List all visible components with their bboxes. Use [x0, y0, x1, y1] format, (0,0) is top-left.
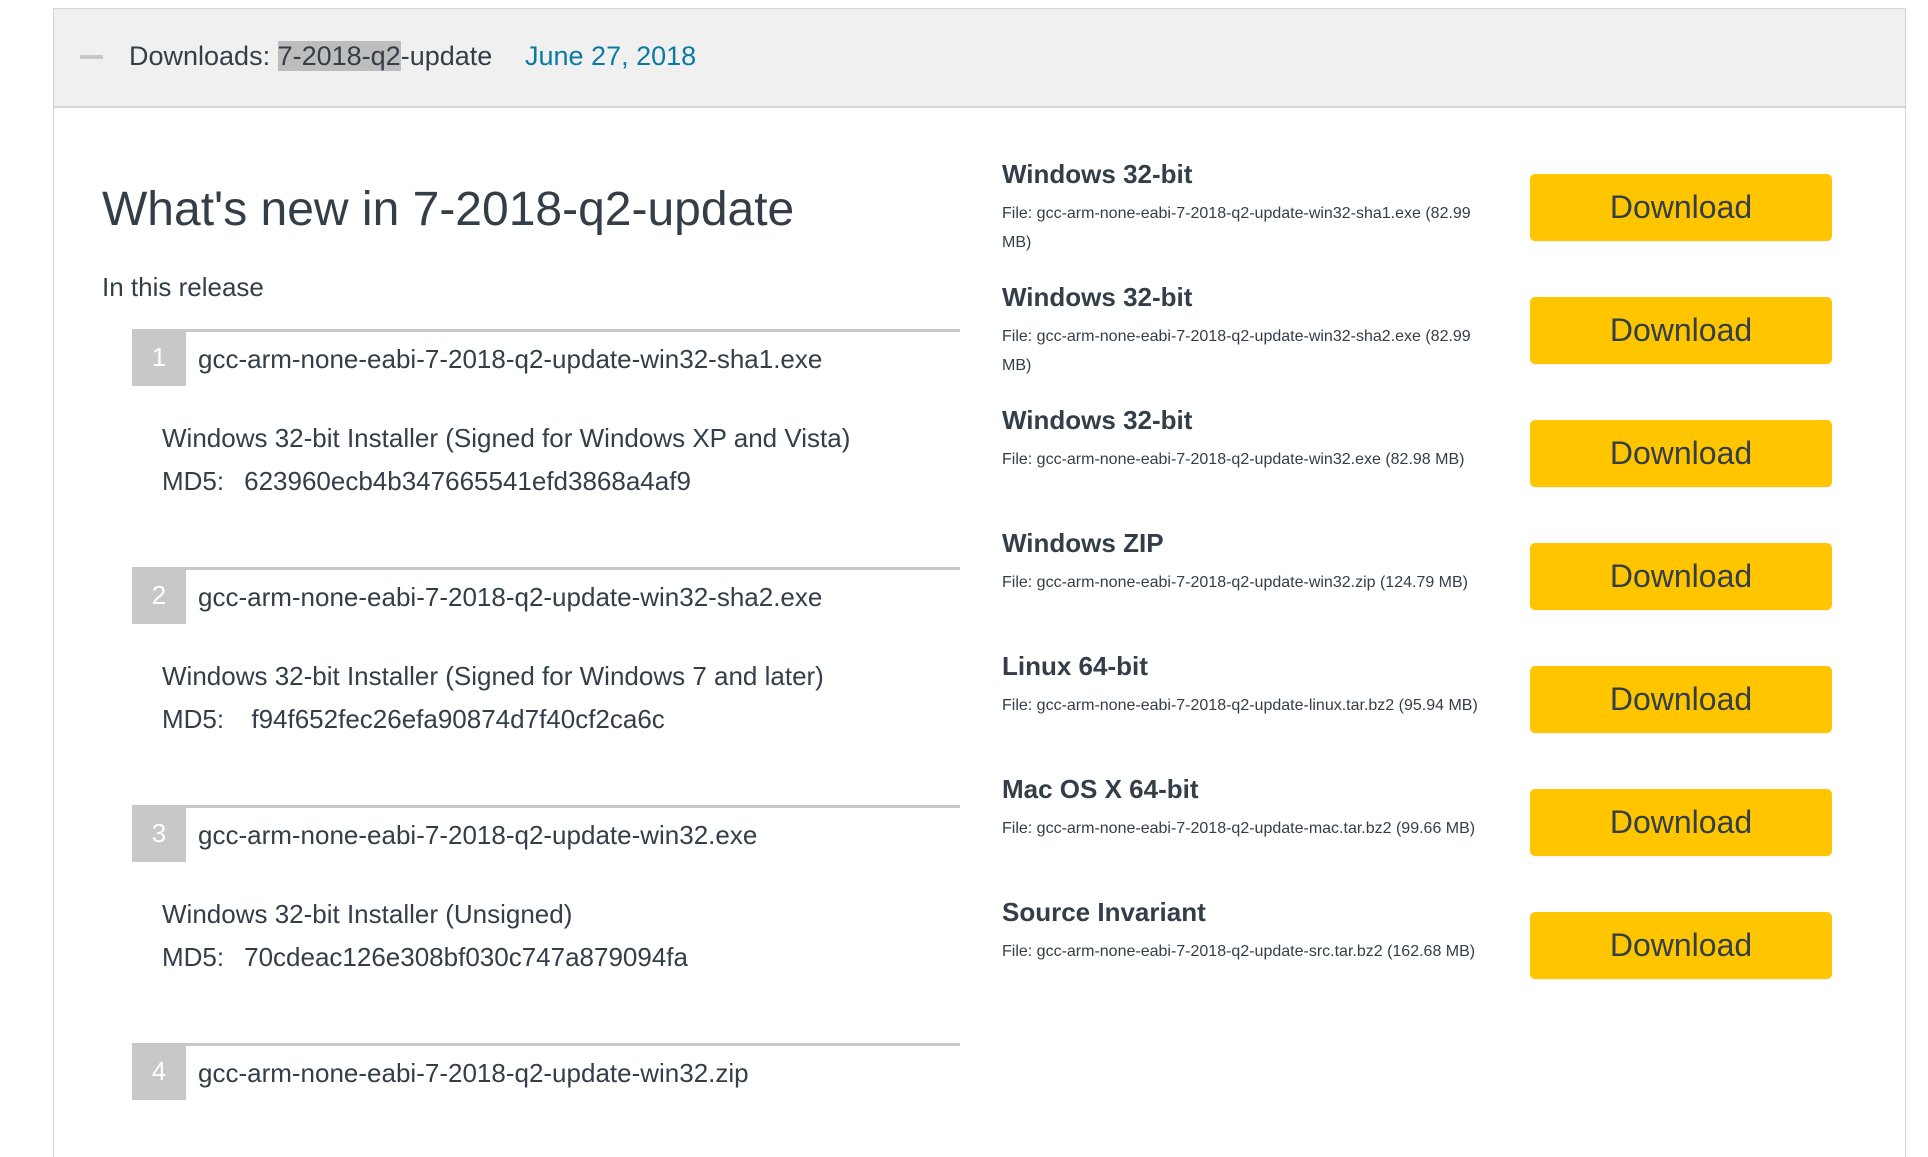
download-platform-title: Mac OS X 64-bit	[1002, 774, 1199, 804]
download-platform-title: Source Invariant	[1002, 897, 1206, 927]
md5-label: MD5:	[162, 704, 225, 734]
download-row-windows-zip: Windows ZIP File: gcc-arm-none-eabi-7-20…	[1002, 528, 1882, 648]
md5-value: 70cdeac126e308bf030c747a879094fa	[244, 942, 688, 972]
item-divider	[132, 329, 960, 332]
download-button[interactable]: Download	[1530, 420, 1832, 487]
download-row-mac-64: Mac OS X 64-bit File: gcc-arm-none-eabi-…	[1002, 774, 1882, 894]
download-file-info: File: gcc-arm-none-eabi-7-2018-q2-update…	[1002, 820, 1476, 837]
download-file-info: File: gcc-arm-none-eabi-7-2018-q2-update…	[1002, 697, 1478, 714]
item-number-badge: 2	[132, 567, 186, 624]
download-button[interactable]: Download	[1530, 174, 1832, 241]
md5-label: MD5:	[162, 466, 225, 496]
download-button[interactable]: Download	[1530, 297, 1832, 364]
md5-label: MD5:	[162, 942, 225, 972]
panel-title: Downloads: 7-2018-q2-update	[129, 41, 492, 72]
download-platform-title: Windows 32-bit	[1002, 405, 1193, 435]
download-file-info: File: gcc-arm-none-eabi-7-2018-q2-update…	[1002, 328, 1471, 374]
panel-title-prefix: Downloads:	[129, 41, 278, 71]
release-subheading: In this release	[102, 272, 264, 302]
md5-value: 623960ecb4b347665541efd3868a4af9	[244, 466, 691, 496]
download-platform-title: Windows 32-bit	[1002, 282, 1193, 312]
release-date-link[interactable]: June 27, 2018	[525, 41, 696, 72]
download-file-info: File: gcc-arm-none-eabi-7-2018-q2-update…	[1002, 574, 1469, 591]
download-platform-title: Windows ZIP	[1002, 528, 1164, 558]
item-md5: MD5: 623960ecb4b347665541efd3868a4af9	[162, 466, 691, 497]
download-row-windows-32-unsigned: Windows 32-bit File: gcc-arm-none-eabi-7…	[1002, 405, 1882, 525]
item-number-badge: 1	[132, 329, 186, 386]
downloads-panel-header[interactable]: Downloads: 7-2018-q2-update June 27, 201…	[54, 9, 1905, 108]
item-description: Windows 32-bit Installer (Signed for Win…	[162, 423, 851, 453]
download-file-info: File: gcc-arm-none-eabi-7-2018-q2-update…	[1002, 205, 1471, 251]
panel-title-highlight: 7-2018-q2	[277, 41, 401, 71]
item-description: Windows 32-bit Installer (Unsigned)	[162, 899, 573, 929]
item-filename: gcc-arm-none-eabi-7-2018-q2-update-win32…	[198, 344, 823, 374]
download-button[interactable]: Download	[1530, 789, 1832, 856]
item-md5: MD5: 70cdeac126e308bf030c747a879094fa	[162, 942, 688, 973]
panel-title-suffix: -update	[400, 41, 493, 71]
item-number-badge: 4	[132, 1043, 186, 1100]
download-row-source: Source Invariant File: gcc-arm-none-eabi…	[1002, 897, 1882, 1017]
download-file-info: File: gcc-arm-none-eabi-7-2018-q2-update…	[1002, 943, 1476, 960]
item-divider	[132, 1043, 960, 1046]
item-divider	[132, 567, 960, 570]
item-filename: gcc-arm-none-eabi-7-2018-q2-update-win32…	[198, 1058, 749, 1088]
item-description: Windows 32-bit Installer (Signed for Win…	[162, 661, 824, 691]
page-title: What's new in 7-2018-q2-update	[102, 183, 795, 236]
download-file-info: File: gcc-arm-none-eabi-7-2018-q2-update…	[1002, 451, 1465, 468]
download-button[interactable]: Download	[1530, 912, 1832, 979]
download-platform-title: Linux 64-bit	[1002, 651, 1148, 681]
item-filename: gcc-arm-none-eabi-7-2018-q2-update-win32…	[198, 582, 823, 612]
download-row-linux-64: Linux 64-bit File: gcc-arm-none-eabi-7-2…	[1002, 651, 1882, 771]
download-button[interactable]: Download	[1530, 543, 1832, 610]
item-divider	[132, 805, 960, 808]
download-platform-title: Windows 32-bit	[1002, 159, 1193, 189]
download-button[interactable]: Download	[1530, 666, 1832, 733]
download-row-windows-32-sha1: Windows 32-bit File: gcc-arm-none-eabi-7…	[1002, 159, 1882, 279]
item-number-badge: 3	[132, 805, 186, 862]
item-md5: MD5: f94f652fec26efa90874d7f40cf2ca6c	[162, 704, 665, 735]
downloads-panel: Downloads: 7-2018-q2-update June 27, 201…	[53, 8, 1906, 1157]
item-filename: gcc-arm-none-eabi-7-2018-q2-update-win32…	[198, 820, 758, 850]
download-row-windows-32-sha2: Windows 32-bit File: gcc-arm-none-eabi-7…	[1002, 282, 1882, 402]
minus-icon[interactable]	[80, 55, 103, 59]
md5-value: f94f652fec26efa90874d7f40cf2ca6c	[244, 704, 665, 734]
